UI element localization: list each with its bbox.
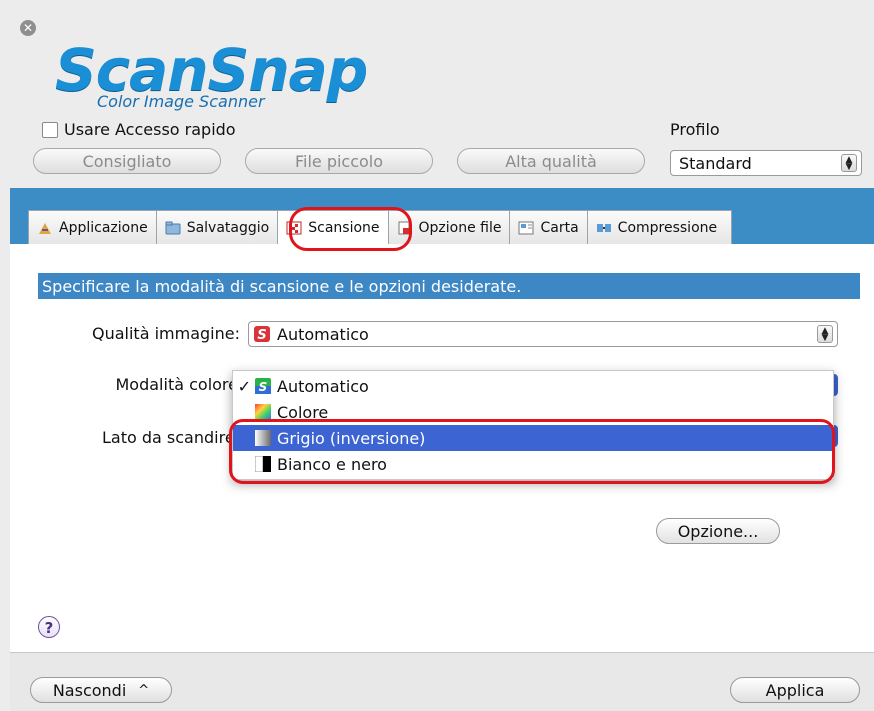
- menu-item-label: Automatico: [277, 376, 369, 396]
- logo-main-text: ScanSnap: [55, 36, 368, 104]
- quick-access-row[interactable]: Usare Accesso rapido: [42, 120, 236, 139]
- image-quality-label: Qualità immagine:: [92, 324, 240, 343]
- chevron-updown-icon: ▲ ▼: [841, 154, 857, 172]
- application-icon: [39, 222, 51, 234]
- tab-carta[interactable]: Carta: [509, 210, 588, 244]
- auto-color-icon: S: [255, 378, 271, 394]
- hide-button-label: Nascondi: [52, 680, 127, 700]
- color-mode-label: Modalità colore: [60, 375, 239, 394]
- logo-subtitle: Color Image Scanner: [97, 92, 265, 111]
- scansnap-auto-icon: S: [254, 326, 270, 343]
- tab-applicazione[interactable]: Applicazione: [28, 210, 157, 244]
- check-icon: ✓: [237, 376, 251, 396]
- image-quality-value: Automatico: [277, 324, 369, 344]
- option-button[interactable]: Opzione...: [656, 518, 780, 544]
- tab-salvataggio[interactable]: Salvataggio: [155, 210, 279, 244]
- quick-access-label: Usare Accesso rapido: [64, 120, 236, 139]
- color-mode-label-text: Modalità colore: [115, 375, 239, 394]
- close-icon[interactable]: ✕: [20, 20, 36, 36]
- image-quality-select[interactable]: S Automatico ▲ ▼: [248, 321, 838, 347]
- tab-compressione[interactable]: Compressione: [586, 210, 733, 244]
- profile-label: Profilo: [670, 120, 720, 139]
- compression-icon: [596, 223, 611, 232]
- color-spectrum-icon: [255, 404, 271, 420]
- small-file-button[interactable]: File piccolo: [245, 148, 433, 174]
- tab-label: Carta: [540, 219, 579, 236]
- chevron-up-icon: ^: [138, 682, 150, 698]
- hide-button[interactable]: Nascondi ^: [30, 677, 172, 703]
- folder-icon: [165, 221, 181, 234]
- tab-label: Salvataggio: [186, 219, 270, 236]
- scansnap-settings-window: ✕ ScanSnap Color Image Scanner Usare Acc…: [0, 0, 874, 711]
- panel-description: Specificare la modalità di scansione e l…: [38, 273, 860, 299]
- scan-side-label: Lato da scandire: [102, 428, 235, 447]
- recommended-button[interactable]: Consigliato: [33, 148, 221, 174]
- svg-text:S: S: [257, 328, 266, 343]
- menu-item-automatico[interactable]: ✓ S Automatico: [233, 373, 833, 399]
- scansnap-logo: ScanSnap Color Image Scanner: [55, 36, 368, 111]
- tab-label: Applicazione: [59, 219, 148, 236]
- svg-text:S: S: [259, 380, 268, 394]
- high-quality-button[interactable]: Alta qualità: [457, 148, 645, 174]
- profile-select-value: Standard: [679, 153, 752, 173]
- help-icon[interactable]: ?: [38, 616, 60, 638]
- apply-button[interactable]: Applica: [730, 677, 860, 703]
- quick-access-checkbox[interactable]: [42, 121, 58, 138]
- profile-select[interactable]: Standard ▲ ▼: [670, 150, 862, 176]
- highlight-ring-menu: [229, 419, 835, 484]
- paper-icon: [518, 221, 534, 234]
- chevron-updown-icon: ▲ ▼: [817, 325, 833, 343]
- tab-label: Opzione file: [418, 219, 502, 236]
- highlight-ring-tab: [289, 207, 412, 251]
- tab-label: Compressione: [617, 219, 718, 236]
